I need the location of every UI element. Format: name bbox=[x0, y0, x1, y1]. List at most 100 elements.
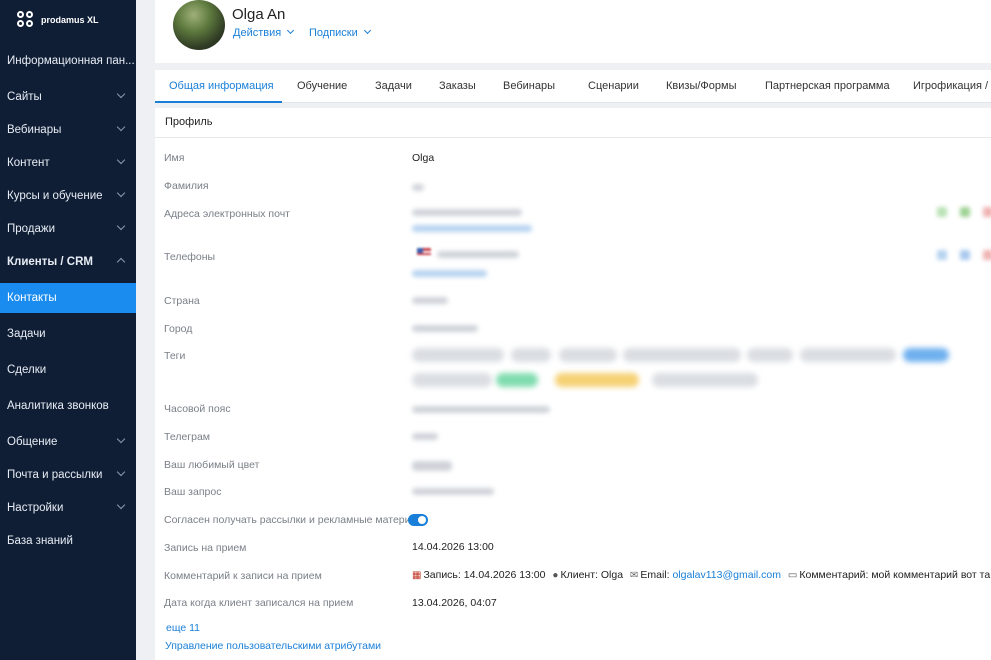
show-more-link[interactable]: еще 11 bbox=[166, 622, 200, 634]
sidebar-item-mail[interactable]: Почта и рассылки bbox=[0, 460, 136, 490]
sidebar-item-sales[interactable]: Продажи bbox=[0, 214, 136, 244]
comment-record: Запись: 14.04.2026 13:00 bbox=[423, 569, 546, 581]
tab-quizzes-forms[interactable]: Квизы/Формы bbox=[666, 80, 736, 92]
sidebar-item-label: Контент bbox=[7, 157, 50, 169]
tab-webinars[interactable]: Вебинары bbox=[503, 80, 555, 92]
email-delete-icon[interactable] bbox=[983, 207, 991, 217]
sidebar-item-label: Контакты bbox=[7, 292, 57, 304]
tag-chip[interactable] bbox=[496, 373, 538, 387]
divider bbox=[155, 137, 991, 138]
appointment-label: Запись на прием bbox=[164, 542, 247, 554]
last-name-label: Фамилия bbox=[164, 180, 209, 192]
appointment-value[interactable]: 14.04.2026 13:00 bbox=[412, 541, 494, 553]
sidebar-item-call-analytics[interactable]: Аналитика звонков bbox=[0, 391, 136, 421]
tab-gamification[interactable]: Игрофикация / bbox=[913, 80, 988, 92]
sidebar-item-knowledge-base[interactable]: База знаний bbox=[0, 526, 136, 556]
tag-chip[interactable] bbox=[555, 373, 639, 387]
tag-chip[interactable] bbox=[412, 348, 504, 362]
sidebar-item-label: Курсы и обучение bbox=[7, 190, 103, 202]
active-tab-indicator bbox=[155, 101, 282, 103]
country-label: Страна bbox=[164, 295, 200, 307]
sidebar-item-label: Информационная пан... bbox=[7, 55, 135, 67]
sidebar-item-label: Общение bbox=[7, 436, 58, 448]
city-value-blurred[interactable] bbox=[412, 325, 478, 332]
tag-chip[interactable] bbox=[511, 348, 551, 362]
tag-chip[interactable] bbox=[412, 373, 492, 387]
phone-delete-icon[interactable] bbox=[983, 250, 991, 260]
country-value-blurred[interactable] bbox=[412, 297, 448, 304]
calendar-icon: ▦ bbox=[412, 570, 422, 581]
chevron-down-icon bbox=[116, 500, 126, 510]
sidebar-item-webinars[interactable]: Вебинары bbox=[0, 115, 136, 145]
telegram-value-blurred[interactable] bbox=[412, 433, 438, 440]
email-verify-icon[interactable] bbox=[960, 207, 970, 217]
first-name-value[interactable]: Olga bbox=[412, 152, 434, 164]
sidebar-item-tasks[interactable]: Задачи bbox=[0, 319, 136, 349]
chevron-down-icon bbox=[116, 155, 126, 165]
tag-chip[interactable] bbox=[623, 348, 741, 362]
timezone-value-blurred[interactable] bbox=[412, 406, 550, 413]
telegram-label: Телеграм bbox=[164, 431, 211, 443]
sidebar-item-crm[interactable]: Клиенты / CRM bbox=[0, 247, 136, 277]
phone-link-blurred[interactable] bbox=[412, 270, 487, 277]
chevron-down-icon bbox=[363, 26, 371, 35]
tab-learning[interactable]: Обучение bbox=[297, 80, 347, 92]
tag-chip[interactable] bbox=[747, 348, 793, 362]
tab-partner-program[interactable]: Партнерская программа bbox=[765, 80, 890, 92]
tag-chip[interactable] bbox=[903, 348, 949, 362]
last-name-value-blurred[interactable] bbox=[412, 184, 424, 191]
tab-bar: Общая информация Обучение Задачи Заказы … bbox=[155, 70, 991, 103]
signup-date-value[interactable]: 13.04.2026, 04:07 bbox=[412, 597, 497, 609]
phone-message-icon[interactable] bbox=[960, 250, 970, 260]
comment-client: Клиент: Olga bbox=[560, 569, 624, 581]
chevron-down-icon bbox=[116, 188, 126, 198]
sidebar-item-communication[interactable]: Общение bbox=[0, 427, 136, 457]
sidebar-item-settings[interactable]: Настройки bbox=[0, 493, 136, 523]
tag-chip[interactable] bbox=[652, 373, 758, 387]
sidebar-item-label: Задачи bbox=[7, 328, 46, 340]
subscriptions-dropdown[interactable]: Подписки bbox=[309, 26, 371, 39]
us-flag-icon bbox=[417, 248, 431, 258]
sidebar-item-label: Сайты bbox=[7, 91, 42, 103]
email-action-icon[interactable] bbox=[937, 207, 947, 217]
sidebar-item-courses[interactable]: Курсы и обучение bbox=[0, 181, 136, 211]
brand-name: prodamus XL bbox=[41, 15, 99, 25]
comment-email-link[interactable]: olgalav113@gmail.com bbox=[672, 569, 781, 581]
phone-call-icon[interactable] bbox=[937, 250, 947, 260]
sidebar-item-dashboard[interactable]: Информационная пан... bbox=[0, 46, 136, 76]
prodamus-logo-icon bbox=[17, 11, 35, 29]
subscriptions-label: Подписки bbox=[309, 27, 358, 39]
brand[interactable]: prodamus XL bbox=[0, 0, 136, 40]
chevron-down-icon bbox=[116, 89, 126, 99]
tag-chip[interactable] bbox=[800, 348, 896, 362]
request-value-blurred[interactable] bbox=[412, 488, 494, 495]
fav-color-label: Ваш любимый цвет bbox=[164, 459, 260, 471]
phone-value-blurred[interactable] bbox=[437, 251, 519, 258]
comment-value[interactable]: ▦ Запись: 14.04.2026 13:00 ● Клиент: Olga … bbox=[412, 569, 990, 581]
envelope-icon: ✉ bbox=[629, 570, 639, 581]
consent-toggle[interactable] bbox=[408, 514, 428, 526]
email-value-blurred[interactable] bbox=[412, 209, 522, 216]
comment-label: Комментарий к записи на прием bbox=[164, 570, 322, 582]
manage-attributes-link[interactable]: Управление пользовательскими атрибутами bbox=[165, 640, 381, 652]
section-title: Профиль bbox=[165, 116, 213, 128]
tab-tasks[interactable]: Задачи bbox=[375, 80, 412, 92]
emails-label: Адреса электронных почт bbox=[164, 208, 290, 220]
tab-scenarios[interactable]: Сценарии bbox=[588, 80, 639, 92]
contact-name: Olga An bbox=[232, 6, 286, 23]
sidebar-item-sites[interactable]: Сайты bbox=[0, 82, 136, 112]
tab-orders[interactable]: Заказы bbox=[439, 80, 476, 92]
sidebar-item-deals[interactable]: Сделки bbox=[0, 355, 136, 385]
tab-general-info[interactable]: Общая информация bbox=[169, 80, 274, 92]
tag-chip[interactable] bbox=[559, 348, 617, 362]
sidebar-item-content[interactable]: Контент bbox=[0, 148, 136, 178]
actions-dropdown[interactable]: Действия bbox=[233, 26, 295, 39]
fav-color-value-blurred[interactable] bbox=[412, 461, 452, 471]
request-label: Ваш запрос bbox=[164, 486, 222, 498]
first-name-label: Имя bbox=[164, 152, 185, 164]
chevron-up-icon bbox=[116, 257, 126, 267]
sidebar-item-label: Продажи bbox=[7, 223, 56, 235]
email-link-blurred[interactable] bbox=[412, 225, 532, 232]
sidebar-item-contacts[interactable]: Контакты bbox=[0, 283, 136, 313]
sidebar-item-label: Вебинары bbox=[7, 124, 62, 136]
